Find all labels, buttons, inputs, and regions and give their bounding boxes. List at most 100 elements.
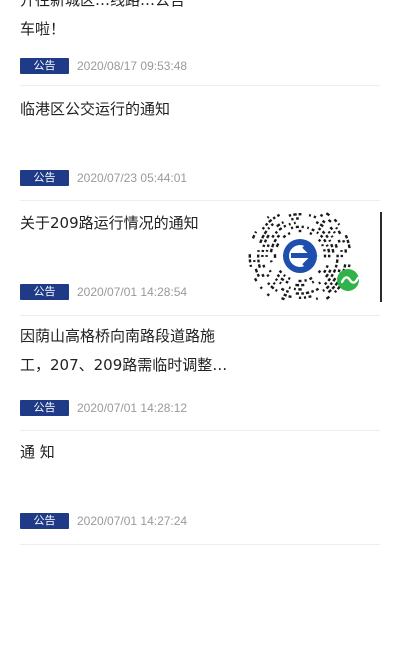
qr-dot — [270, 223, 274, 227]
qr-dot — [254, 268, 259, 273]
qr-dot — [298, 296, 302, 299]
qr-dot — [282, 234, 287, 239]
qr-dot — [295, 292, 300, 295]
qr-dot — [257, 264, 261, 268]
qr-dot — [298, 288, 302, 291]
qr-dot — [248, 254, 251, 258]
qr-dot — [343, 264, 347, 268]
qr-dot — [281, 296, 285, 301]
qr-dot — [253, 259, 256, 263]
notice-title: 关于209路运行情况的通知 — [20, 214, 199, 232]
qr-dot — [278, 227, 283, 231]
qr-dot — [327, 230, 331, 234]
qr-dot — [325, 285, 330, 290]
qr-dot — [295, 283, 300, 287]
notice-badge: 公告 — [20, 58, 69, 74]
qr-dot — [288, 295, 292, 299]
notice-date: 2020/08/17 09:53:48 — [77, 59, 188, 73]
qr-dot — [274, 288, 278, 292]
notice-meta: 公告 2020/07/23 05:44:01 — [20, 170, 187, 186]
notice-title: 因荫山高格桥向南路段道路施 工，207、209路需临时调整… — [20, 327, 228, 374]
qr-dot — [306, 226, 310, 230]
qr-dot — [336, 254, 339, 258]
qr-dot — [261, 234, 265, 239]
qr-dot — [318, 281, 322, 285]
notice-date: 2020/07/01 14:28:12 — [77, 401, 188, 415]
qr-dot — [287, 231, 291, 236]
qr-dot — [330, 243, 334, 248]
qr-dot — [334, 264, 338, 268]
qr-dot — [319, 234, 324, 239]
qr-dot — [321, 243, 324, 247]
qr-dot — [315, 220, 320, 225]
qr-dot — [305, 291, 310, 295]
qr-dot — [332, 268, 337, 273]
qr-dot — [327, 289, 332, 294]
notice-meta: 公告 2020/07/01 14:28:12 — [20, 400, 187, 416]
notice-date: 2020/07/01 14:27:24 — [77, 514, 188, 528]
qr-dot — [269, 248, 273, 253]
qr-dot — [325, 234, 329, 239]
qr-dot — [274, 230, 279, 235]
qr-dot — [280, 287, 285, 292]
list-item[interactable]: 临港区公交运行的通知 公告 2020/07/23 05:44:01 — [20, 86, 380, 201]
qr-dot — [285, 289, 290, 293]
qr-dot — [316, 231, 320, 235]
qr-dot — [290, 226, 294, 230]
list-item[interactable]: 因荫山高格桥向南路段道路施 工，207、209路需临时调整… 公告 2020/0… — [20, 316, 380, 431]
qr-dot — [325, 244, 329, 247]
notice-meta: 公告 2020/08/17 09:53:48 — [20, 58, 187, 74]
qr-dot — [347, 244, 351, 249]
qr-dot — [333, 289, 338, 294]
qr-dot — [283, 224, 287, 228]
qr-dot — [331, 285, 336, 290]
qr-dot — [265, 234, 270, 239]
list-item[interactable]: 开往新城区…线路…公告 车啦！ 公告 2020/08/17 09:53:48 — [20, 0, 380, 86]
qr-dot — [296, 217, 299, 220]
qr-dot — [257, 254, 260, 258]
qr-dot — [293, 213, 297, 216]
qr-dot — [298, 229, 302, 233]
qr-code-graphic — [248, 212, 360, 301]
qr-dot — [268, 269, 272, 273]
qr-dot — [328, 239, 332, 243]
qr-dot — [266, 293, 270, 297]
qr-dot — [308, 276, 313, 281]
qr-dot — [276, 213, 281, 218]
notice-meta: 公告 2020/07/01 14:27:24 — [20, 513, 187, 529]
qr-dot — [327, 218, 332, 223]
qr-dot — [254, 231, 258, 234]
qr-dot — [272, 216, 276, 220]
qr-dot — [332, 277, 337, 282]
qr-dot — [301, 292, 304, 295]
qr-dot — [263, 230, 268, 235]
qr-dot — [273, 254, 277, 258]
qr-dot — [267, 226, 271, 230]
qr-dot — [293, 287, 296, 291]
qr-dot — [278, 269, 283, 274]
qr-dot — [266, 244, 270, 248]
qr-dot — [251, 234, 256, 239]
qr-dot — [249, 264, 253, 268]
qr-dot — [288, 213, 292, 217]
list-item[interactable]: 通 知 公告 2020/07/01 14:27:24 — [20, 431, 380, 545]
qr-dot — [337, 269, 341, 273]
notice-title: 临港区公交运行的通知 — [20, 100, 171, 118]
qr-dot — [256, 273, 260, 278]
qr-dot — [261, 226, 266, 230]
qr-dot — [308, 295, 312, 299]
qr-dot — [325, 264, 329, 269]
qr-dot — [327, 277, 332, 282]
qr-dot — [337, 230, 342, 235]
qr-dot — [276, 273, 281, 278]
qr-dot — [275, 243, 280, 248]
qr-dot — [281, 221, 285, 225]
qr-dot — [329, 226, 334, 231]
notice-badge: 公告 — [20, 400, 69, 416]
qr-dot — [301, 283, 305, 287]
qr-dot — [319, 223, 324, 228]
notice-date: 2020/07/23 05:44:01 — [77, 171, 188, 185]
qr-dot — [266, 215, 270, 219]
qr-dot — [293, 221, 296, 225]
qr-dot — [287, 276, 291, 281]
